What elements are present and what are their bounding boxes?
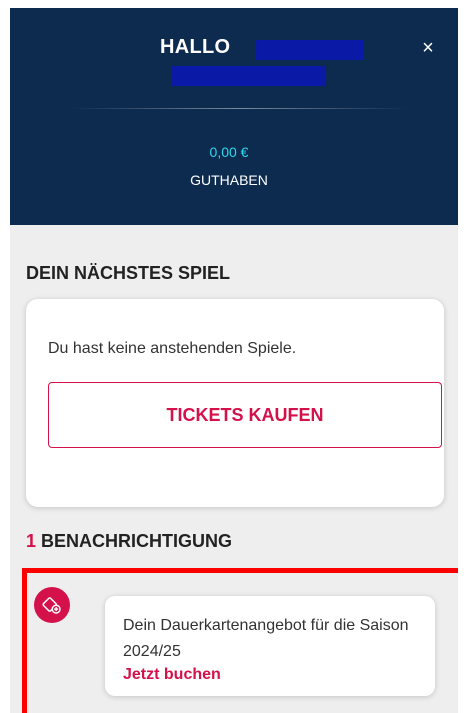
- notification-text: Dein Dauerkartenangebot für die Saison 2…: [123, 617, 409, 660]
- no-games-message: Du hast keine anstehenden Spiele.: [48, 340, 297, 357]
- notification-count: 1: [26, 531, 37, 551]
- header-divider: [70, 108, 410, 109]
- panel-body: DEIN NÄCHSTES SPIEL Du hast keine ansteh…: [10, 225, 458, 713]
- close-icon: ×: [422, 36, 434, 59]
- book-now-link[interactable]: Jetzt buchen: [123, 666, 221, 684]
- ticket-plus-icon: [34, 587, 70, 623]
- next-game-heading: DEIN NÄCHSTES SPIEL: [26, 263, 231, 283]
- next-game-card: Du hast keine anstehenden Spiele. TICKET…: [26, 299, 444, 507]
- greeting-text: HALLO: [160, 36, 231, 58]
- redacted-username: [256, 40, 364, 60]
- notifications-heading-label: BENACHRICHTIGUNG: [41, 531, 233, 551]
- buy-tickets-button[interactable]: TICKETS KAUFEN: [48, 382, 442, 448]
- notification-card[interactable]: Dein Dauerkartenangebot für die Saison 2…: [105, 596, 435, 696]
- balance-label: GUTHABEN: [190, 172, 268, 188]
- redacted-username-line-2: [172, 66, 326, 86]
- account-panel: HALLO × 0,00 € GUTHABEN DEIN NÄCHSTES SP…: [10, 8, 458, 713]
- notifications-heading: 1 BENACHRICHTIGUNG: [26, 531, 232, 552]
- account-header: HALLO × 0,00 € GUTHABEN: [10, 8, 458, 225]
- balance-value: 0,00 €: [209, 144, 249, 160]
- close-button[interactable]: ×: [414, 34, 442, 62]
